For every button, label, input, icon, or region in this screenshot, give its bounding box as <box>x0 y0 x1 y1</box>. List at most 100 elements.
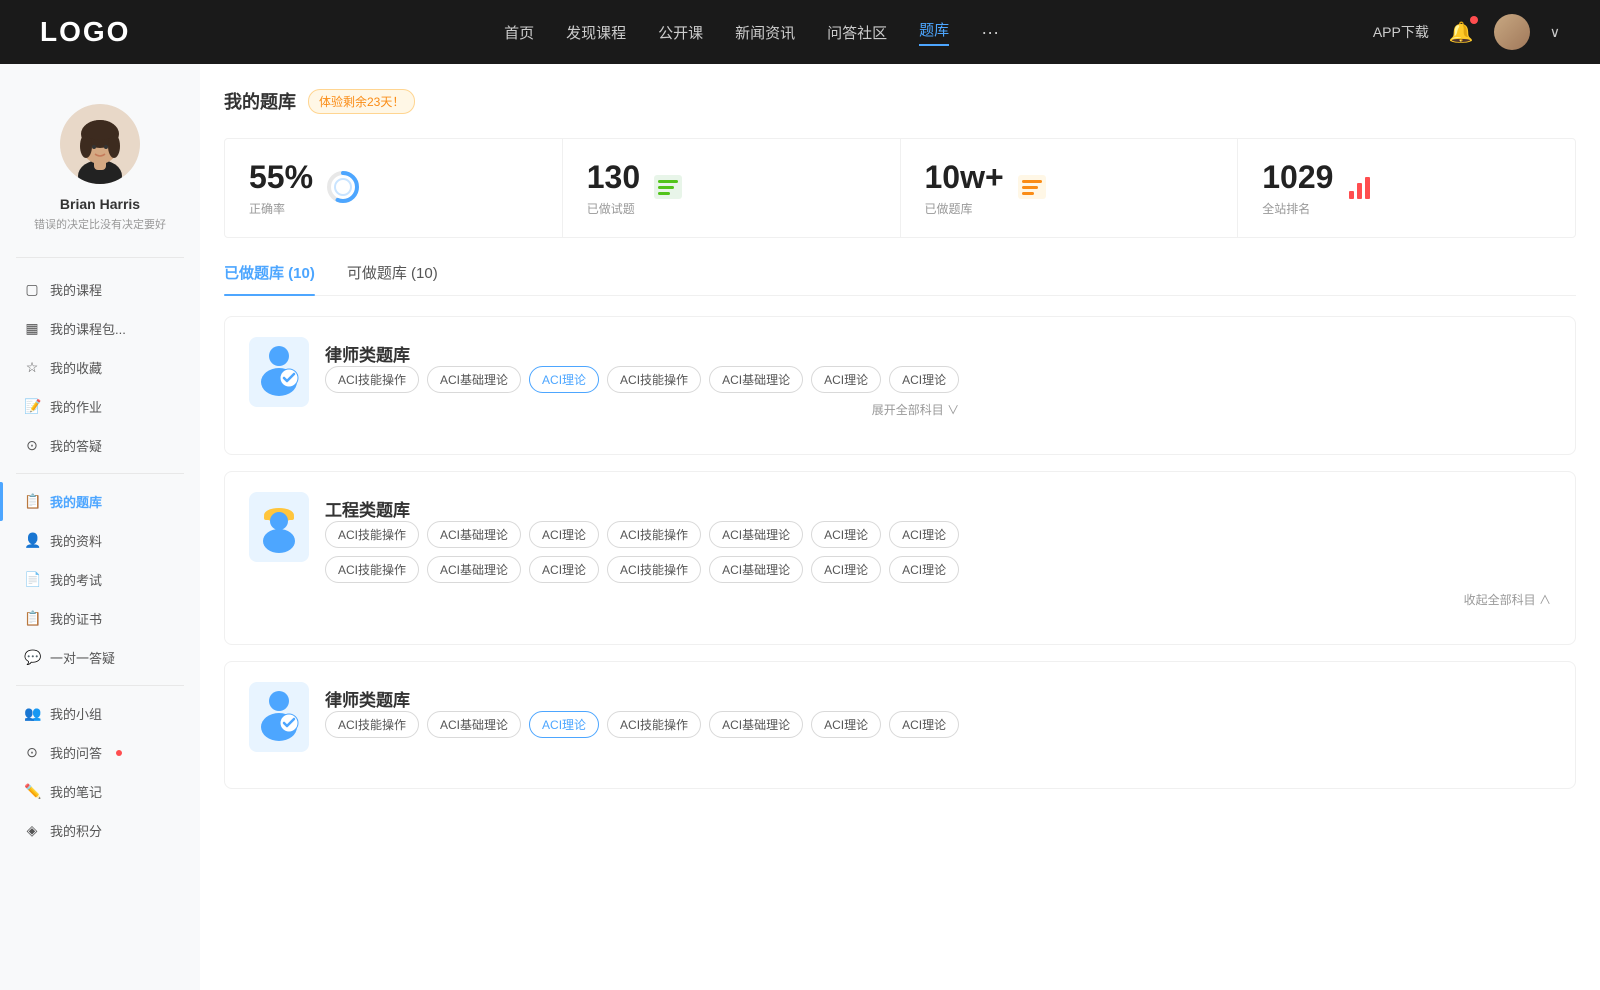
user-avatar-header[interactable] <box>1494 14 1530 50</box>
tag[interactable]: ACI技能操作 <box>607 521 701 548</box>
tag[interactable]: ACI基础理论 <box>709 556 803 583</box>
tag[interactable]: ACI理论 <box>811 556 881 583</box>
stat-questions-done: 130 已做试题 <box>563 139 901 237</box>
nav-qa[interactable]: 问答社区 <box>827 22 887 43</box>
sidebar-item-certificate[interactable]: 📋 我的证书 <box>0 599 200 638</box>
tag[interactable]: ACI理论 <box>889 521 959 548</box>
stat-questions-number: 130 <box>587 159 640 196</box>
tag[interactable]: ACI基础理论 <box>709 711 803 738</box>
tag[interactable]: ACI技能操作 <box>325 366 419 393</box>
app-download-link[interactable]: APP下载 <box>1373 22 1429 42</box>
tag[interactable]: ACI基础理论 <box>709 366 803 393</box>
tag[interactable]: ACI理论 <box>889 366 959 393</box>
user-dropdown-arrow[interactable]: ∨ <box>1550 24 1560 41</box>
tag[interactable]: ACI技能操作 <box>607 366 701 393</box>
my-data-icon: 👤 <box>24 532 40 549</box>
sidebar-item-my-course[interactable]: ▢ 我的课程 <box>0 270 200 309</box>
trial-badge: 体验剩余23天！ <box>308 89 415 114</box>
tag[interactable]: ACI理论 <box>811 521 881 548</box>
nav-news[interactable]: 新闻资讯 <box>735 22 795 43</box>
sidebar-item-label: 我的收藏 <box>50 358 102 377</box>
tab-done-banks[interactable]: 已做题库 (10) <box>224 262 315 295</box>
nav-more[interactable]: ··· <box>981 22 999 43</box>
nav-open-course[interactable]: 公开课 <box>658 22 703 43</box>
sidebar-item-label: 我的考试 <box>50 570 102 589</box>
qbank-header-lawyer2: 律师类题库 ACI技能操作 ACI基础理论 ACI理论 ACI技能操作 ACI基… <box>249 682 1551 752</box>
main-layout: Brian Harris 错误的决定比没有决定要好 ▢ 我的课程 ▦ 我的课程包… <box>0 64 1600 990</box>
sidebar-item-label: 我的答疑 <box>50 436 102 455</box>
tag-active[interactable]: ACI理论 <box>529 711 599 738</box>
sidebar-item-question-bank[interactable]: 📋 我的题库 <box>0 482 200 521</box>
tag[interactable]: ACI理论 <box>529 556 599 583</box>
tag[interactable]: ACI理论 <box>811 366 881 393</box>
sidebar-profile: Brian Harris 错误的决定比没有决定要好 <box>0 84 200 249</box>
sidebar-item-one-on-one[interactable]: 💬 一对一答疑 <box>0 638 200 677</box>
tag[interactable]: ACI技能操作 <box>325 521 419 548</box>
stat-rank: 1029 全站排名 <box>1238 139 1575 237</box>
tag[interactable]: ACI技能操作 <box>325 711 419 738</box>
tag[interactable]: ACI理论 <box>889 556 959 583</box>
tag[interactable]: ACI基础理论 <box>427 521 521 548</box>
sidebar-item-my-points[interactable]: ◈ 我的积分 <box>0 811 200 850</box>
stat-questions-info: 130 已做试题 <box>587 159 640 217</box>
tag[interactable]: ACI基础理论 <box>709 521 803 548</box>
tag[interactable]: ACI理论 <box>529 521 599 548</box>
header-right: APP下载 🔔 ∨ <box>1373 14 1560 50</box>
stat-rank-info: 1029 全站排名 <box>1262 159 1333 217</box>
nav-home[interactable]: 首页 <box>504 22 534 43</box>
tag[interactable]: ACI技能操作 <box>607 556 701 583</box>
sidebar-divider-3 <box>16 685 184 686</box>
qbank-lawyer-icon <box>249 337 309 407</box>
certificate-icon: 📋 <box>24 610 40 627</box>
stat-banks-label: 已做题库 <box>925 200 1004 217</box>
stat-accuracy-info: 55% 正确率 <box>249 159 313 217</box>
sidebar-item-my-group[interactable]: 👥 我的小组 <box>0 694 200 733</box>
qbank-header-lawyer1: 律师类题库 ACI技能操作 ACI基础理论 ACI理论 ACI技能操作 ACI基… <box>249 337 1551 418</box>
sidebar-item-my-notes[interactable]: ✏️ 我的笔记 <box>0 772 200 811</box>
nav-discover[interactable]: 发现课程 <box>566 22 626 43</box>
stat-questions-label: 已做试题 <box>587 200 640 217</box>
sidebar-item-label: 我的题库 <box>50 492 102 511</box>
sidebar-item-homework[interactable]: 📝 我的作业 <box>0 387 200 426</box>
qa-icon: ⊙ <box>24 437 40 454</box>
sidebar-item-label: 我的证书 <box>50 609 102 628</box>
pie-chart-icon <box>325 169 361 208</box>
sidebar-item-label: 我的问答 <box>50 743 102 762</box>
qbank-lawyer1-content: 律师类题库 ACI技能操作 ACI基础理论 ACI理论 ACI技能操作 ACI基… <box>325 337 959 418</box>
qbank-card-lawyer1: 律师类题库 ACI技能操作 ACI基础理论 ACI理论 ACI技能操作 ACI基… <box>224 316 1576 455</box>
sidebar-item-my-questions[interactable]: ⊙ 我的问答 <box>0 733 200 772</box>
collapse-link-engineer1[interactable]: 收起全部科目 ∧ <box>325 591 1551 608</box>
qbank-card-lawyer2: 律师类题库 ACI技能操作 ACI基础理论 ACI理论 ACI技能操作 ACI基… <box>224 661 1576 789</box>
logo[interactable]: LOGO <box>40 16 130 48</box>
tag[interactable]: ACI基础理论 <box>427 366 521 393</box>
nav-questions[interactable]: 题库 <box>919 19 949 46</box>
profile-motto: 错误的决定比没有决定要好 <box>16 218 184 233</box>
stats-row: 55% 正确率 130 已做试题 <box>224 138 1576 238</box>
tag[interactable]: ACI理论 <box>811 711 881 738</box>
tag-active[interactable]: ACI理论 <box>529 366 599 393</box>
tag[interactable]: ACI基础理论 <box>427 711 521 738</box>
page-header: 我的题库 体验剩余23天！ <box>224 88 1576 114</box>
tag[interactable]: ACI技能操作 <box>325 556 419 583</box>
tag[interactable]: ACI技能操作 <box>607 711 701 738</box>
sidebar-item-my-data[interactable]: 👤 我的资料 <box>0 521 200 560</box>
expand-link-lawyer1[interactable]: 展开全部科目 ∨ <box>325 401 959 418</box>
sidebar-item-label: 我的资料 <box>50 531 102 550</box>
sidebar-item-exam[interactable]: 📄 我的考试 <box>0 560 200 599</box>
profile-name: Brian Harris <box>16 196 184 212</box>
sidebar-item-favorites[interactable]: ☆ 我的收藏 <box>0 348 200 387</box>
sidebar-item-qa[interactable]: ⊙ 我的答疑 <box>0 426 200 465</box>
my-course-icon: ▢ <box>24 281 40 298</box>
tag[interactable]: ACI基础理论 <box>427 556 521 583</box>
qbank-lawyer2-tags: ACI技能操作 ACI基础理论 ACI理论 ACI技能操作 ACI基础理论 AC… <box>325 711 959 738</box>
sidebar-item-course-package[interactable]: ▦ 我的课程包... <box>0 309 200 348</box>
main-nav: 首页 发现课程 公开课 新闻资讯 问答社区 题库 ··· <box>504 19 999 46</box>
sidebar-menu: ▢ 我的课程 ▦ 我的课程包... ☆ 我的收藏 📝 我的作业 ⊙ 我的答疑 📋 <box>0 266 200 854</box>
tag[interactable]: ACI理论 <box>889 711 959 738</box>
qbank-header-engineer1: 工程类题库 ACI技能操作 ACI基础理论 ACI理论 ACI技能操作 ACI基… <box>249 492 1551 608</box>
my-notes-icon: ✏️ <box>24 783 40 800</box>
my-questions-icon: ⊙ <box>24 744 40 761</box>
stat-rank-label: 全站排名 <box>1262 200 1333 217</box>
notification-bell[interactable]: 🔔 <box>1449 20 1474 45</box>
tab-available-banks[interactable]: 可做题库 (10) <box>347 262 438 295</box>
